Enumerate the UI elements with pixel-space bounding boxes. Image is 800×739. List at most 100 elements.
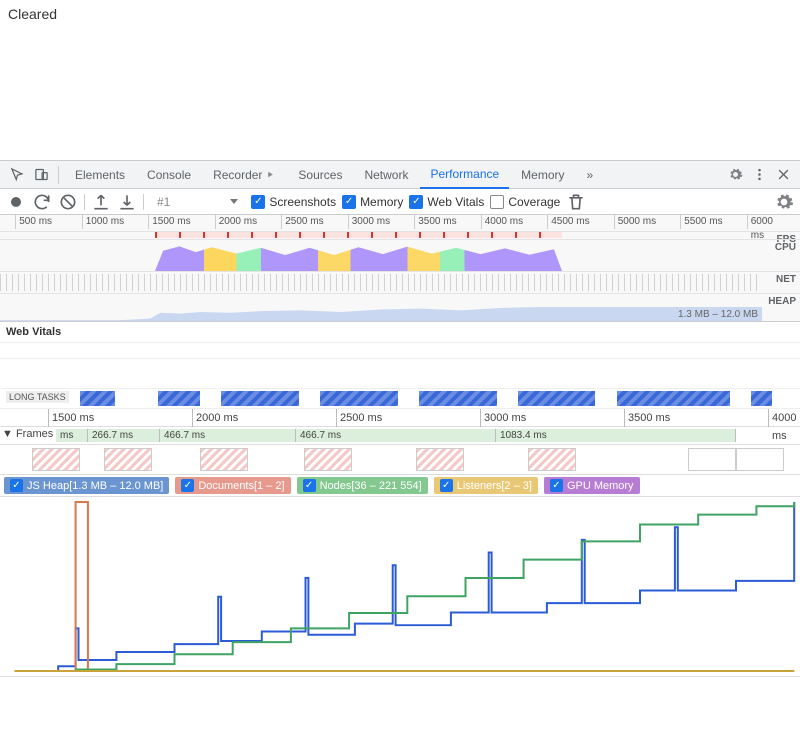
overview-heap-label: HEAP xyxy=(768,296,796,307)
console-cleared-text: Cleared xyxy=(8,6,792,22)
tab-more[interactable]: » xyxy=(577,161,604,189)
timeline-tick: 2000 ms xyxy=(192,409,238,427)
tab-network[interactable]: Network xyxy=(354,161,418,189)
metric-nodes[interactable]: ✓Nodes[36 – 221 554] xyxy=(297,477,428,494)
settings-icon[interactable] xyxy=(774,192,794,212)
tab-sources[interactable]: Sources xyxy=(288,161,352,189)
trash-icon[interactable] xyxy=(566,192,586,212)
timeline-tick: 1500 ms xyxy=(48,409,94,427)
overview-net-chart xyxy=(0,274,762,291)
metric-gpu-label: GPU Memory xyxy=(567,480,634,492)
timeline-tick: 2500 ms xyxy=(336,409,382,427)
screenshot-thumb[interactable] xyxy=(32,448,80,471)
device-toolbar-icon[interactable] xyxy=(30,164,52,186)
webvitals-checkbox[interactable]: ✓Web Vitals xyxy=(409,195,484,209)
long-task-block xyxy=(419,391,497,406)
webvitals-label: Web Vitals xyxy=(427,195,484,209)
screenshot-thumb[interactable] xyxy=(416,448,464,471)
memory-label: Memory xyxy=(360,195,403,209)
long-task-block xyxy=(80,391,115,406)
frame-bar[interactable]: 466.7 ms xyxy=(296,429,496,442)
screenshot-thumb[interactable] xyxy=(304,448,352,471)
performance-toolbar: #1 ✓Screenshots ✓Memory ✓Web Vitals Cove… xyxy=(0,189,800,215)
inspect-icon[interactable] xyxy=(6,164,28,186)
coverage-checkbox[interactable]: Coverage xyxy=(490,195,560,209)
screenshots-label: Screenshots xyxy=(269,195,336,209)
divider xyxy=(84,194,85,210)
long-task-block xyxy=(518,391,596,406)
tab-recorder-label: Recorder xyxy=(213,168,262,182)
overview-heap-chart xyxy=(0,298,762,321)
overview-tick: 3000 ms xyxy=(348,215,390,229)
metric-gpu[interactable]: ✓GPU Memory xyxy=(544,477,640,494)
overview-ruler: 500 ms1000 ms1500 ms2000 ms2500 ms3000 m… xyxy=(0,215,762,229)
metric-js-heap-label: JS Heap[1.3 MB – 12.0 MB] xyxy=(27,480,163,492)
section-web-vitals[interactable]: Web Vitals xyxy=(0,322,800,343)
web-vitals-lane[interactable] xyxy=(0,343,800,359)
overview-pane[interactable]: 500 ms1000 ms1500 ms2000 ms2500 ms3000 m… xyxy=(0,215,800,322)
memory-chart[interactable] xyxy=(0,497,800,677)
overview-net-label: NET xyxy=(776,274,796,285)
timeline-tick: 4000 ms xyxy=(768,409,800,427)
record-icon[interactable] xyxy=(6,192,26,212)
long-tasks-label: LONG TASKS xyxy=(6,391,69,403)
memory-metrics-bar: ✓JS Heap[1.3 MB – 12.0 MB] ✓Documents[1 … xyxy=(0,475,800,497)
frames-header[interactable]: Frames xyxy=(2,428,53,440)
frame-bar[interactable]: 1083.4 ms xyxy=(496,429,736,442)
gear-icon[interactable] xyxy=(724,164,746,186)
tab-elements[interactable]: Elements xyxy=(65,161,135,189)
chart-series xyxy=(15,502,795,671)
reload-icon[interactable] xyxy=(32,192,52,212)
metric-documents[interactable]: ✓Documents[1 – 2] xyxy=(175,477,290,494)
frames-row[interactable]: Frames ms266.7 ms466.7 ms466.7 ms1083.4 … xyxy=(0,427,800,445)
divider xyxy=(58,166,59,184)
overview-cpu-label: CPU xyxy=(775,242,796,253)
recording-dropdown-label: #1 xyxy=(157,195,170,209)
long-tasks-lane[interactable]: LONG TASKS xyxy=(0,389,800,409)
divider xyxy=(143,194,144,210)
long-task-block xyxy=(320,391,398,406)
metric-nodes-label: Nodes[36 – 221 554] xyxy=(320,480,422,492)
overview-tick: 4500 ms xyxy=(547,215,589,229)
screenshot-thumb[interactable] xyxy=(200,448,248,471)
screenshot-thumb[interactable] xyxy=(736,448,784,471)
close-icon[interactable] xyxy=(772,164,794,186)
screenshot-thumb[interactable] xyxy=(688,448,736,471)
long-tasks-strip xyxy=(80,391,786,406)
overview-heap-range: 1.3 MB – 12.0 MB xyxy=(678,309,758,320)
upload-icon[interactable] xyxy=(91,192,111,212)
frame-bar[interactable]: 466.7 ms xyxy=(160,429,296,442)
long-task-block xyxy=(617,391,730,406)
overview-tick: 6000 ms xyxy=(747,215,773,229)
timeline-ruler[interactable]: 1500 ms2000 ms2500 ms3000 ms3500 ms4000 … xyxy=(0,409,800,427)
empty-lane[interactable] xyxy=(0,359,800,389)
metric-listeners-label: Listeners[2 – 3] xyxy=(457,480,532,492)
tab-recorder[interactable]: Recorder xyxy=(203,161,286,189)
metric-listeners[interactable]: ✓Listeners[2 – 3] xyxy=(434,477,538,494)
screenshot-thumb[interactable] xyxy=(104,448,152,471)
metric-js-heap[interactable]: ✓JS Heap[1.3 MB – 12.0 MB] xyxy=(4,477,169,494)
coverage-label: Coverage xyxy=(508,195,560,209)
screenshots-filmstrip[interactable] xyxy=(0,445,800,475)
frame-bar[interactable]: ms xyxy=(56,429,88,442)
recording-dropdown[interactable]: #1 xyxy=(150,192,245,212)
tab-memory[interactable]: Memory xyxy=(511,161,574,189)
overview-tick: 1000 ms xyxy=(82,215,124,229)
kebab-icon[interactable] xyxy=(748,164,770,186)
download-icon[interactable] xyxy=(117,192,137,212)
long-task-block xyxy=(751,391,772,406)
overview-tick: 5000 ms xyxy=(614,215,656,229)
clear-icon[interactable] xyxy=(58,192,78,212)
timeline-tick: 3000 ms xyxy=(480,409,526,427)
tab-console[interactable]: Console xyxy=(137,161,201,189)
screenshot-thumb[interactable] xyxy=(528,448,576,471)
overview-tick: 5500 ms xyxy=(680,215,722,229)
memory-checkbox[interactable]: ✓Memory xyxy=(342,195,403,209)
tab-performance[interactable]: Performance xyxy=(420,161,509,189)
overview-tick: 3500 ms xyxy=(414,215,456,229)
overview-tick: 4000 ms xyxy=(481,215,523,229)
screenshots-checkbox[interactable]: ✓Screenshots xyxy=(251,195,336,209)
frame-bar[interactable]: 266.7 ms xyxy=(88,429,160,442)
overview-frames-marks xyxy=(155,232,562,238)
overview-tick: 1500 ms xyxy=(148,215,190,229)
